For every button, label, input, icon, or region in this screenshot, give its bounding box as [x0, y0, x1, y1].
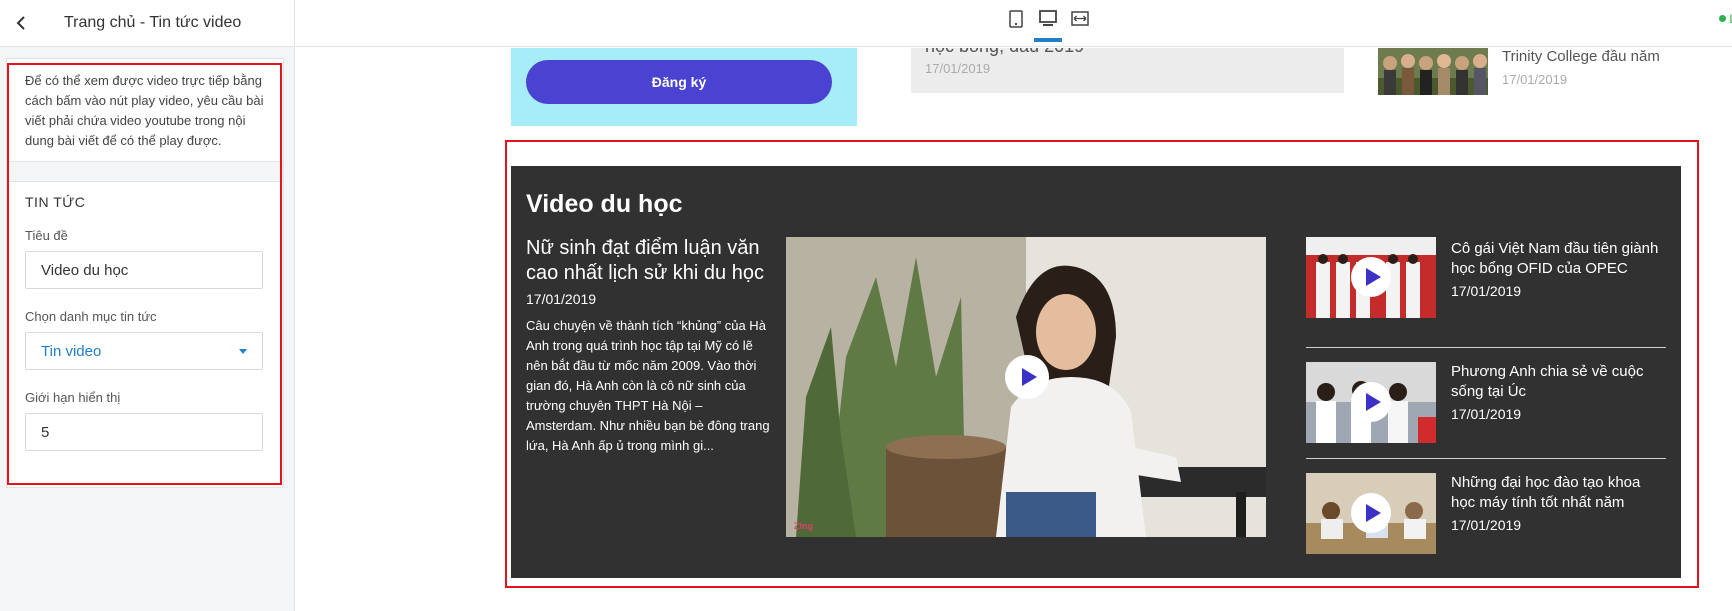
list-item-date: 17/01/2019 — [1451, 283, 1522, 299]
featured-play-button[interactable] — [1005, 355, 1049, 399]
group-photo-image — [1378, 48, 1488, 95]
desktop-view-button[interactable] — [1034, 10, 1062, 42]
settings-panel: Để có thể xem được video trực tiếp bằng … — [6, 58, 284, 488]
news-card-partial[interactable]: học bổng, đầu 2019 17/01/2019 — [911, 48, 1344, 93]
limit-input[interactable] — [25, 413, 263, 451]
sidebar-title: Trang chủ - Tin tức video — [64, 14, 242, 31]
chevron-left-icon[interactable] — [12, 14, 30, 32]
item-play-button[interactable] — [1351, 493, 1391, 533]
category-selected-value: Tin video — [41, 342, 102, 360]
news-card-title: học bổng, đầu 2019 — [925, 48, 1084, 57]
fullwidth-icon — [1071, 11, 1089, 26]
list-item[interactable]: Phương Anh chia sẻ về cuộc sống tại Úc 1… — [1306, 348, 1666, 459]
register-cta-box: Đăng ký — [511, 48, 857, 126]
page-preview: Đăng ký học bổng, đầu 2019 17/01/2019 Tr… — [296, 48, 1732, 611]
item-play-button[interactable] — [1351, 382, 1391, 422]
featured-video-description: Câu chuyện về thành tích “khủng” của Hà … — [526, 318, 770, 453]
settings-sidebar: Trang chủ - Tin tức video Để có thể xem … — [0, 0, 295, 611]
image-watermark: Zing — [794, 521, 813, 531]
play-icon — [1365, 268, 1381, 286]
featured-video-thumbnail[interactable]: Zing — [786, 237, 1266, 537]
list-item-thumbnail[interactable] — [1306, 362, 1436, 443]
list-item-title[interactable]: Phương Anh chia sẻ về cuộc sống tại Úc — [1451, 362, 1666, 402]
play-icon — [1365, 393, 1381, 411]
featured-video-date: 17/01/2019 — [526, 291, 597, 307]
online-status-dot — [1719, 15, 1726, 22]
category-select[interactable]: Tin video — [25, 332, 263, 370]
list-item-date: 17/01/2019 — [1451, 406, 1522, 422]
tablet-view-button[interactable] — [1006, 10, 1026, 38]
list-item-thumbnail[interactable] — [1306, 473, 1436, 554]
video-news-section: Video du học Nữ sinh đạt điểm luận văn c… — [511, 166, 1681, 578]
title-input[interactable] — [25, 251, 263, 289]
video-help-note: Để có thể xem được video trực tiếp bằng … — [7, 59, 283, 162]
device-switcher — [1006, 10, 1090, 42]
caret-down-icon — [239, 348, 247, 354]
video-side-list: Cô gái Việt Nam đầu tiên giành học bổng … — [1306, 237, 1666, 570]
sidebar-header: Trang chủ - Tin tức video — [0, 0, 294, 47]
limit-field-label: Giới hạn hiển thị — [25, 390, 121, 405]
desktop-icon — [1039, 10, 1057, 26]
top-news-title[interactable]: Trinity College đầu năm — [1502, 48, 1660, 65]
news-settings-section: TIN TỨC Tiêu đề Chọn danh mục tin tức Ti… — [7, 182, 283, 483]
play-icon — [1365, 504, 1381, 522]
news-card-date: 17/01/2019 — [925, 61, 991, 76]
title-field-label: Tiêu đề — [25, 228, 68, 243]
top-news-date: 17/01/2019 — [1502, 72, 1568, 87]
app-root: Trang chủ - Tin tức video Để có thể xem … — [0, 0, 1732, 611]
section-title: TIN TỨC — [25, 194, 86, 210]
list-item-title[interactable]: Cô gái Việt Nam đầu tiên giành học bổng … — [1451, 239, 1666, 279]
fullwidth-view-button[interactable] — [1070, 10, 1090, 38]
list-item[interactable]: Cô gái Việt Nam đầu tiên giành học bổng … — [1306, 237, 1666, 348]
featured-video-title[interactable]: Nữ sinh đạt điểm luận văn cao nhất lịch … — [526, 236, 766, 286]
list-item-title[interactable]: Những đại học đào tạo khoa học máy tính … — [1451, 473, 1666, 513]
preview-toolbar: L — [296, 0, 1732, 47]
item-play-button[interactable] — [1351, 257, 1391, 297]
list-item-thumbnail[interactable] — [1306, 237, 1436, 318]
panel-divider — [7, 162, 283, 182]
register-button[interactable]: Đăng ký — [526, 60, 832, 104]
list-item-date: 17/01/2019 — [1451, 517, 1522, 533]
section-heading: Video du học — [526, 190, 683, 218]
play-icon — [1021, 368, 1037, 386]
news-thumbnail[interactable] — [1378, 48, 1488, 95]
list-item[interactable]: Những đại học đào tạo khoa học máy tính … — [1306, 459, 1666, 570]
category-field-label: Chọn danh mục tin tức — [25, 309, 157, 324]
tablet-icon — [1009, 10, 1023, 28]
